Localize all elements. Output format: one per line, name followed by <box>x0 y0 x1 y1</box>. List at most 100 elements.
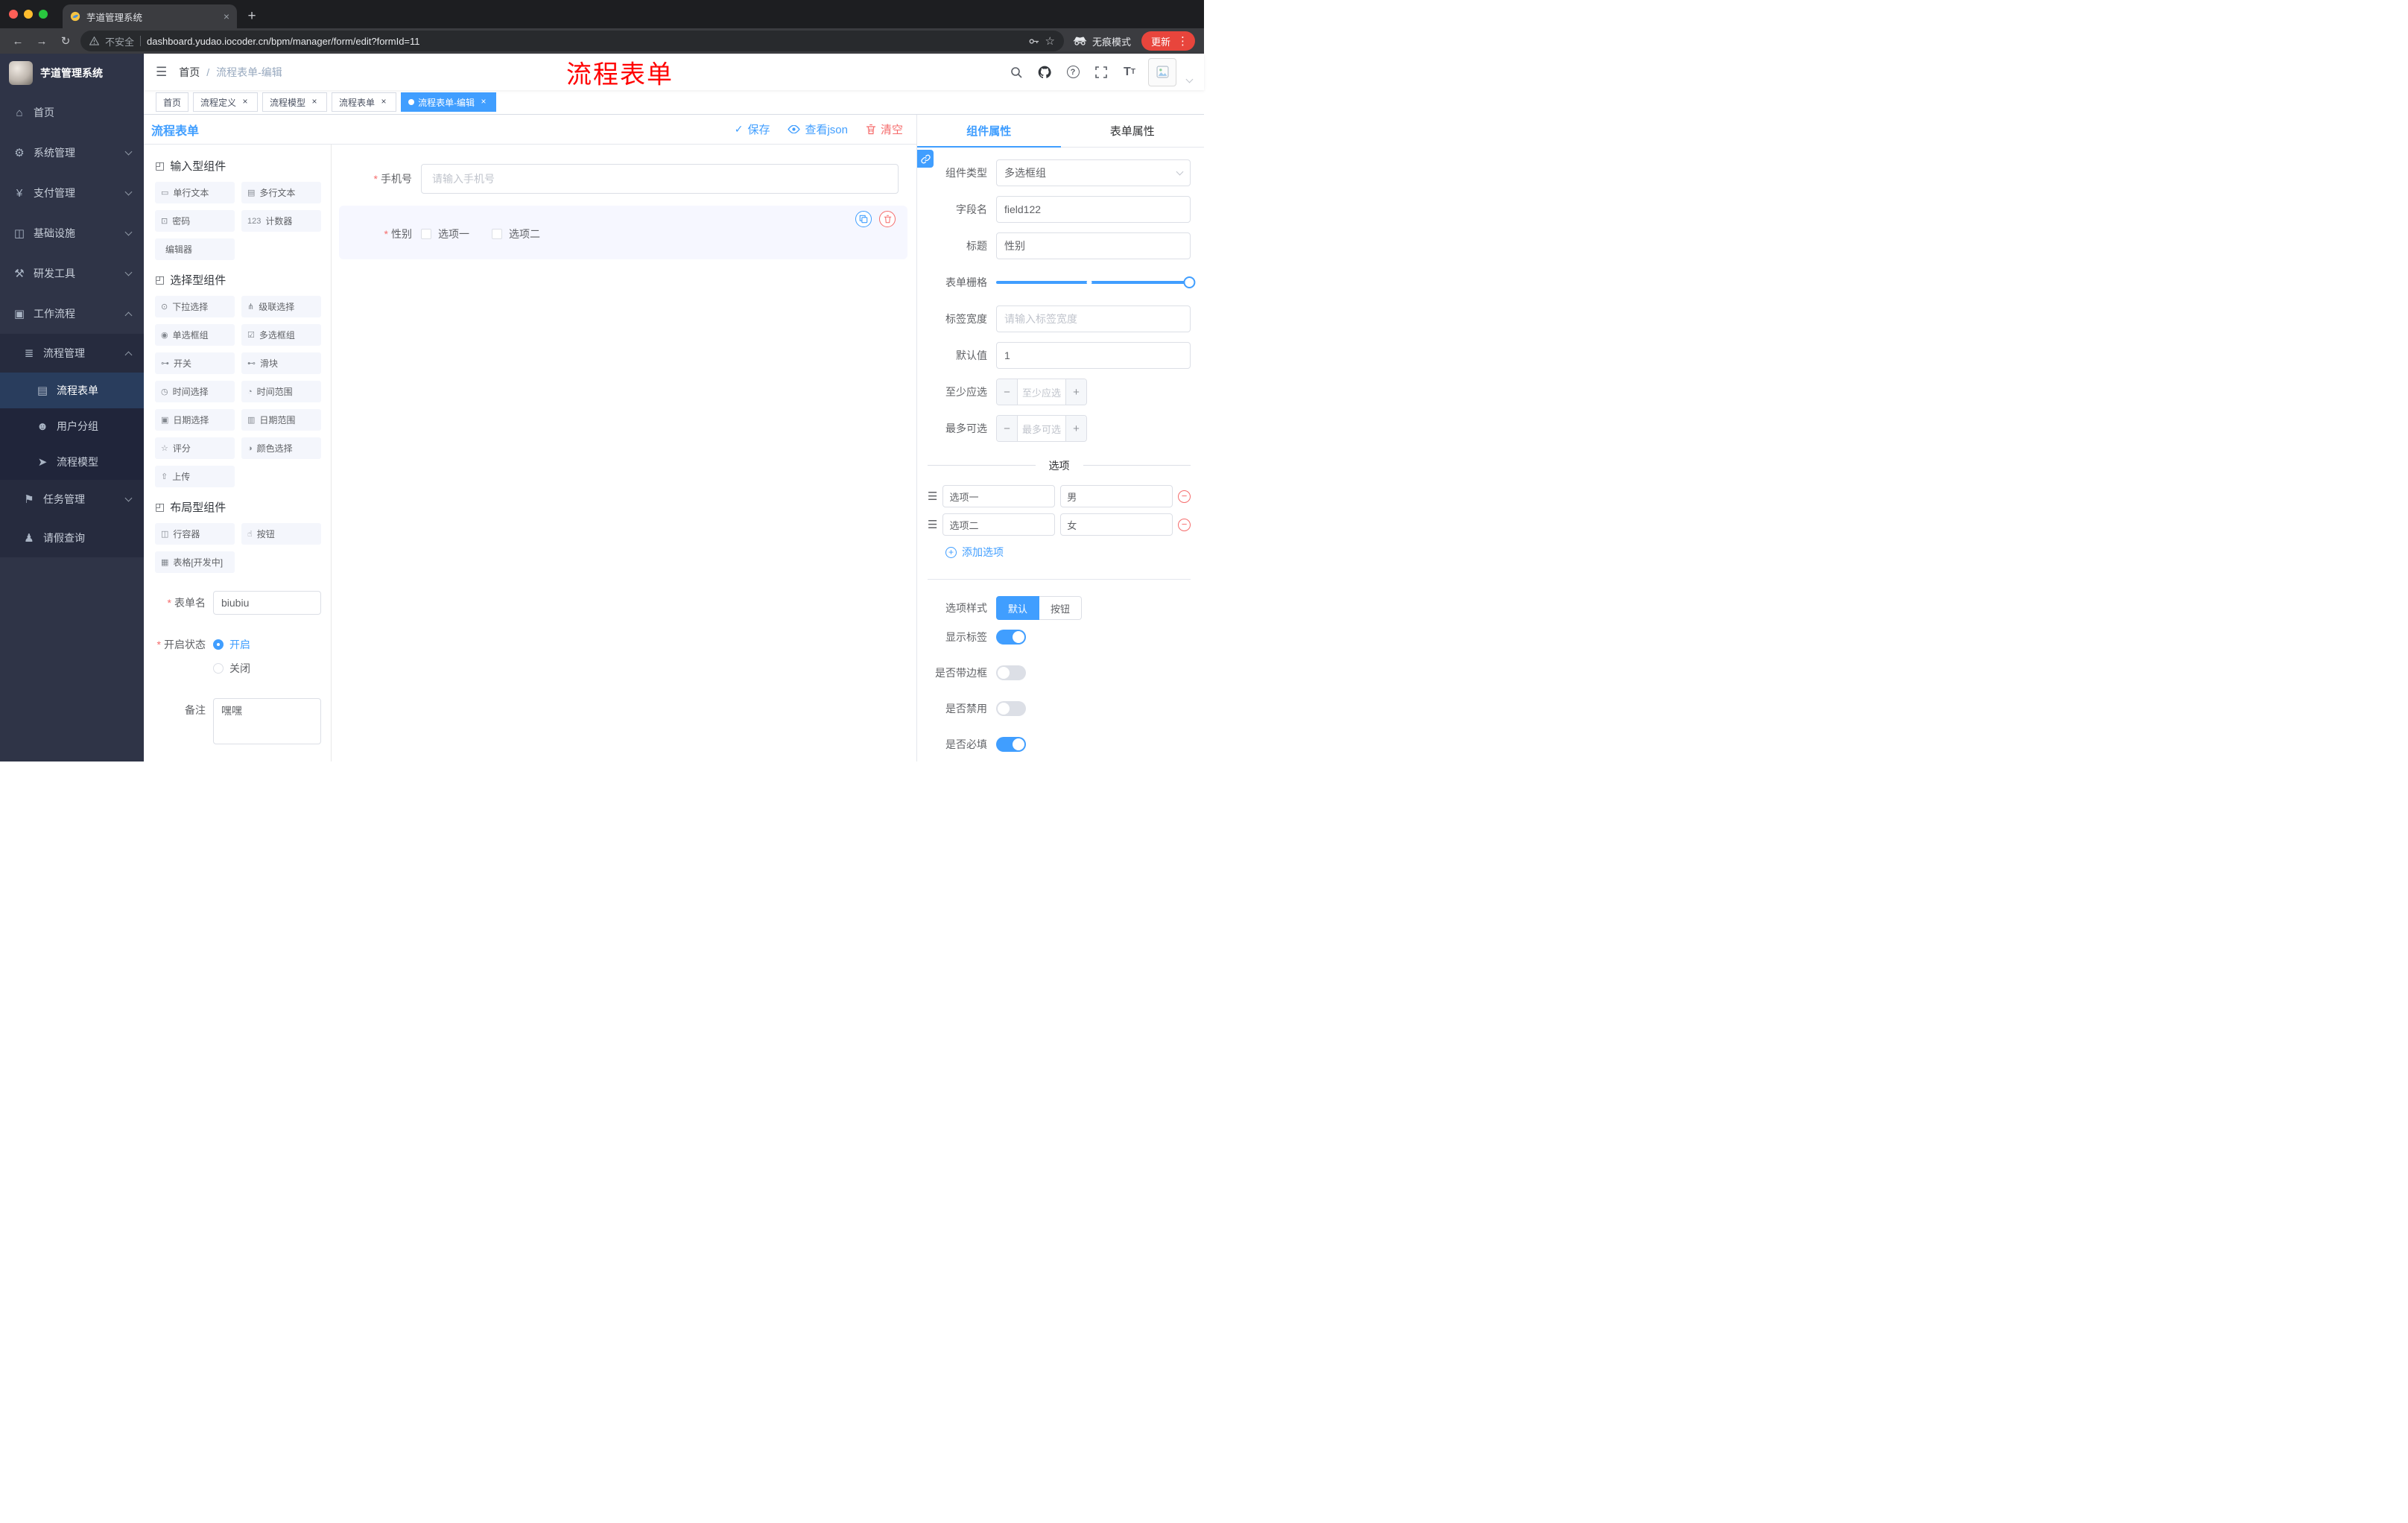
plus-button[interactable]: + <box>1065 416 1086 441</box>
tab-component-props[interactable]: 组件属性 <box>917 115 1061 148</box>
palette-item-checkbox-group[interactable]: ☑ 多选框组 <box>241 324 321 346</box>
palette-item-date-range[interactable]: ▥ 日期范围 <box>241 409 321 431</box>
save-button[interactable]: ✓ 保存 <box>735 121 770 137</box>
slider-handle[interactable] <box>1183 276 1196 288</box>
palette-item-upload[interactable]: ⇧ 上传 <box>155 466 235 487</box>
form-remark-textarea[interactable]: 嘿嘿 <box>213 698 321 744</box>
palette-item-rate[interactable]: ☆ 评分 <box>155 437 235 459</box>
sidebar-item-workflow[interactable]: ▣ 工作流程 <box>0 294 144 334</box>
sidebar-item-home[interactable]: ⌂ 首页 <box>0 92 144 133</box>
update-button[interactable]: 更新 ⋮ <box>1141 31 1195 51</box>
delete-field-button[interactable] <box>879 211 896 227</box>
minimize-window-button[interactable] <box>24 10 33 19</box>
drag-handle-icon[interactable]: ☰ <box>928 518 937 531</box>
plus-button[interactable]: + <box>1065 379 1086 405</box>
tag-process-model[interactable]: 流程模型 × <box>262 92 328 112</box>
tag-close-icon[interactable]: × <box>478 97 489 107</box>
tab-form-props[interactable]: 表单属性 <box>1061 115 1205 147</box>
add-option-button[interactable]: + 添加选项 <box>945 545 1191 560</box>
gender-option1-checkbox[interactable]: 选项一 <box>421 227 469 241</box>
view-json-button[interactable]: 查看json <box>788 121 848 137</box>
minus-button[interactable]: − <box>997 379 1018 405</box>
palette-item-editor[interactable]: 编辑器 <box>155 238 235 260</box>
palette-item-switch[interactable]: ⊶ 开关 <box>155 352 235 374</box>
gender-option2-checkbox[interactable]: 选项二 <box>492 227 540 241</box>
tag-process-form[interactable]: 流程表单 × <box>332 92 397 112</box>
form-name-input[interactable] <box>213 591 321 615</box>
show-label-switch[interactable] <box>996 630 1026 645</box>
fullscreen-icon[interactable] <box>1091 63 1111 82</box>
status-on-radio[interactable]: 开启 <box>213 633 250 656</box>
style-default-button[interactable]: 默认 <box>996 596 1040 620</box>
max-select-value[interactable]: 最多可选 <box>1018 416 1065 441</box>
option-value-input[interactable] <box>1060 485 1173 507</box>
breadcrumb-home[interactable]: 首页 <box>179 65 200 80</box>
required-switch[interactable] <box>996 737 1026 752</box>
help-icon[interactable]: ? <box>1063 63 1083 82</box>
forward-icon[interactable]: → <box>33 32 51 50</box>
palette-item-date-picker[interactable]: ▣ 日期选择 <box>155 409 235 431</box>
tab-close-icon[interactable]: × <box>224 11 229 22</box>
palette-item-password[interactable]: ⊡ 密码 <box>155 210 235 232</box>
new-tab-button[interactable]: + <box>241 6 262 27</box>
min-select-value[interactable]: 至少应选 <box>1018 379 1065 405</box>
palette-item-slider[interactable]: ⊷ 滑块 <box>241 352 321 374</box>
tag-close-icon[interactable]: × <box>309 97 320 107</box>
grid-slider[interactable] <box>996 269 1196 296</box>
status-off-radio[interactable]: 关闭 <box>213 656 250 680</box>
canvas-field-phone[interactable]: 手机号 <box>339 156 907 201</box>
label-width-input[interactable] <box>996 305 1191 332</box>
link-button[interactable] <box>917 150 934 168</box>
style-button-button[interactable]: 按钮 <box>1039 596 1083 620</box>
avatar[interactable] <box>1148 57 1176 86</box>
palette-item-counter[interactable]: 123 计数器 <box>241 210 321 232</box>
tag-close-icon[interactable]: × <box>240 97 250 107</box>
copy-field-button[interactable] <box>855 211 872 227</box>
title-input[interactable] <box>996 232 1191 259</box>
zoom-window-button[interactable] <box>39 10 48 19</box>
field-name-input[interactable] <box>996 196 1191 223</box>
sidebar-item-system[interactable]: ⚙ 系统管理 <box>0 133 144 173</box>
sidebar-toggle-icon[interactable]: ☰ <box>156 65 167 80</box>
option-value-input[interactable] <box>1060 513 1173 536</box>
sidebar-item-user-group[interactable]: ☻ 用户分组 <box>0 408 144 444</box>
reload-icon[interactable]: ↻ <box>57 32 75 50</box>
palette-item-select[interactable]: ⊙ 下拉选择 <box>155 296 235 317</box>
sidebar-item-payment[interactable]: ¥ 支付管理 <box>0 173 144 213</box>
sidebar-item-process-form[interactable]: ▤ 流程表单 <box>0 373 144 408</box>
sidebar-item-infra[interactable]: ◫ 基础设施 <box>0 213 144 253</box>
sidebar-item-process-model[interactable]: ➤ 流程模型 <box>0 444 144 480</box>
back-icon[interactable]: ← <box>9 32 27 50</box>
palette-item-time-range[interactable]: ◔ 时间范围 <box>241 381 321 402</box>
palette-item-single-text[interactable]: ▭ 单行文本 <box>155 182 235 203</box>
sidebar-item-leave-query[interactable]: ♟ 请假查询 <box>0 519 144 557</box>
sidebar-item-devtools[interactable]: ⚒ 研发工具 <box>0 253 144 294</box>
canvas-field-gender[interactable]: 性别 选项一 选项二 <box>339 206 907 259</box>
tag-process-definition[interactable]: 流程定义 × <box>193 92 259 112</box>
avatar-caret-icon[interactable] <box>1185 75 1194 83</box>
sidebar-item-task-mgmt[interactable]: ⚑ 任务管理 <box>0 480 144 519</box>
component-type-select[interactable]: 多选框组 <box>996 159 1191 186</box>
palette-item-cascader[interactable]: ⋔ 级联选择 <box>241 296 321 317</box>
option-label-input[interactable] <box>942 485 1056 507</box>
github-icon[interactable] <box>1035 63 1054 82</box>
key-icon[interactable] <box>1028 36 1039 47</box>
tag-process-form-edit[interactable]: 流程表单-编辑 × <box>401 92 497 112</box>
palette-item-color-picker[interactable]: ◑ 颜色选择 <box>241 437 321 459</box>
default-value-input[interactable] <box>996 342 1191 369</box>
option-label-input[interactable] <box>942 513 1056 536</box>
palette-item-row-container[interactable]: ◫ 行容器 <box>155 523 235 545</box>
clear-button[interactable]: 清空 <box>866 121 903 137</box>
palette-item-table[interactable]: ▦ 表格[开发中] <box>155 551 235 573</box>
minus-button[interactable]: − <box>997 416 1018 441</box>
palette-item-radio-group[interactable]: ◉ 单选框组 <box>155 324 235 346</box>
tag-home[interactable]: 首页 <box>156 92 189 112</box>
remove-option-button[interactable]: − <box>1178 490 1191 503</box>
font-size-icon[interactable]: TT <box>1120 63 1139 82</box>
phone-input[interactable] <box>421 164 899 194</box>
tag-close-icon[interactable]: × <box>378 97 389 107</box>
palette-item-multi-text[interactable]: ▤ 多行文本 <box>241 182 321 203</box>
browser-menu-icon[interactable]: ⋮ <box>1175 34 1191 48</box>
close-window-button[interactable] <box>9 10 18 19</box>
search-icon[interactable] <box>1007 63 1026 82</box>
